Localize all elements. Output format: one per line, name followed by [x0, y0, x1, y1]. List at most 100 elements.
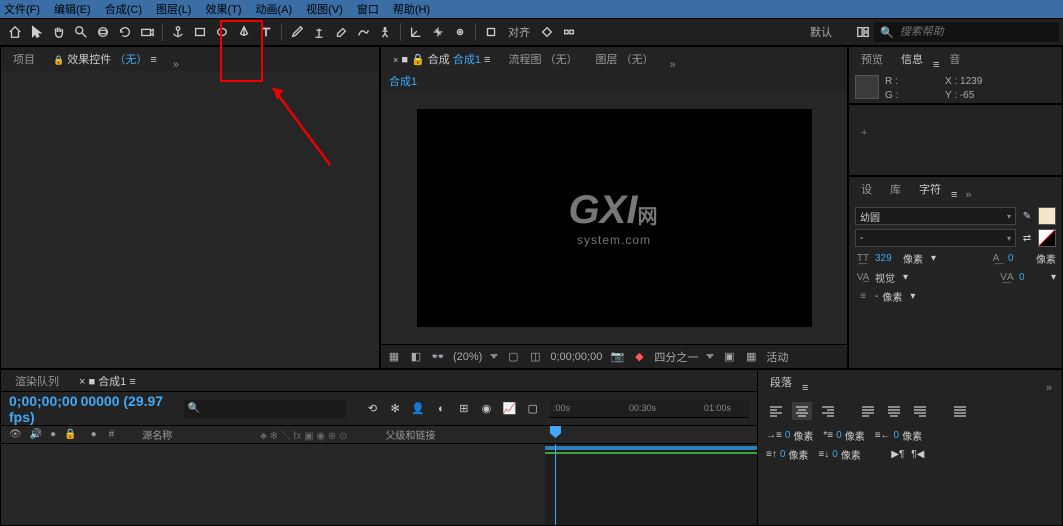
tab-timeline-comp[interactable]: × ■ 合成1 ≡	[71, 369, 144, 393]
pen-tool-icon[interactable]	[233, 21, 255, 43]
align-right-button[interactable]	[818, 402, 838, 420]
panel-overflow-icon[interactable]: »	[664, 59, 682, 71]
kerning-value[interactable]: 视觉	[875, 270, 895, 285]
eyedropper-icon[interactable]: ✎	[1020, 209, 1034, 223]
zoom-tool-icon[interactable]	[70, 21, 92, 43]
justify-center-button[interactable]	[884, 402, 904, 420]
tab-composition[interactable]: × ■ 🔒 合成 合成1 ≡	[385, 47, 498, 71]
panel-overflow-icon[interactable]: »	[1040, 382, 1058, 394]
justify-all-button[interactable]	[950, 402, 970, 420]
current-timecode[interactable]: 0;00;00;00	[9, 393, 78, 409]
tab-preview[interactable]: 预览	[853, 47, 891, 71]
home-icon[interactable]	[4, 21, 26, 43]
tab-layer[interactable]: 图层 （无）	[588, 47, 662, 71]
justify-right-button[interactable]	[910, 402, 930, 420]
eye-column-icon[interactable]: 👁	[9, 429, 22, 440]
roto-tool-icon[interactable]	[352, 21, 374, 43]
tl-icon-4[interactable]: ◐	[435, 402, 448, 416]
workspace-default-label[interactable]: 默认	[810, 24, 832, 40]
snap-edge-icon[interactable]	[558, 21, 580, 43]
timeline-search[interactable]: 🔍	[184, 400, 346, 418]
tab-paragraph[interactable]: 段落	[762, 370, 800, 394]
orbit-tool-icon[interactable]	[92, 21, 114, 43]
help-search-input[interactable]	[900, 26, 1053, 38]
menu-animation[interactable]: 动画(A)	[256, 1, 293, 17]
region-icon[interactable]: ◫	[528, 350, 542, 364]
composition-viewer[interactable]: GXI网 system.com	[381, 91, 847, 344]
anchor-tool-icon[interactable]	[167, 21, 189, 43]
playhead[interactable]	[555, 444, 556, 525]
tl-icon-8[interactable]: ▢	[526, 402, 539, 416]
tab-audio[interactable]: 音	[941, 47, 968, 71]
glasses-icon[interactable]: 👓	[431, 350, 445, 364]
work-area-bar[interactable]	[545, 446, 757, 450]
tab-effect-controls[interactable]: 🔒 效果控件 （无） ≡	[45, 47, 165, 71]
justify-left-button[interactable]	[858, 402, 878, 420]
stroke-color-swatch[interactable]	[1038, 229, 1056, 247]
view-axis-icon[interactable]	[449, 21, 471, 43]
menu-file[interactable]: 文件(F)	[4, 1, 40, 17]
puppet-tool-icon[interactable]	[374, 21, 396, 43]
align-left-button[interactable]	[766, 402, 786, 420]
snapshot-icon[interactable]: 📷	[610, 350, 624, 364]
selection-tool-icon[interactable]	[26, 21, 48, 43]
tab-settings[interactable]: 设	[853, 177, 880, 201]
zoom-value[interactable]: (20%)	[453, 351, 482, 363]
lock-column-icon[interactable]: 🔒	[64, 429, 76, 440]
resolution-dropdown[interactable]: 四分之一	[654, 349, 698, 365]
font-size-value[interactable]: 329	[875, 253, 899, 264]
rotation-tool-icon[interactable]	[114, 21, 136, 43]
tl-icon-1[interactable]: ⟲	[366, 402, 379, 416]
hand-tool-icon[interactable]	[48, 21, 70, 43]
help-search-box[interactable]: 🔍	[874, 22, 1059, 42]
swap-icon[interactable]: ⇄	[1020, 231, 1034, 245]
tl-icon-2[interactable]: ✻	[389, 402, 402, 416]
align-center-button[interactable]	[792, 402, 812, 420]
menu-help[interactable]: 帮助(H)	[393, 1, 430, 17]
menu-window[interactable]: 窗口	[357, 1, 379, 17]
ellipse-tool-icon[interactable]	[211, 21, 233, 43]
timeline-layer-list[interactable]	[1, 444, 545, 525]
menu-layer[interactable]: 图层(L)	[156, 1, 191, 17]
camera-view-label[interactable]: 活动	[766, 349, 788, 365]
indent-first[interactable]: *≡0像素	[823, 428, 864, 443]
current-time[interactable]: 0;00;00;00	[550, 351, 602, 363]
menu-composition[interactable]: 合成(C)	[105, 1, 142, 17]
camera-tool-icon[interactable]	[136, 21, 158, 43]
menu-view[interactable]: 视图(V)	[306, 1, 343, 17]
motion-blur-icon[interactable]: ◉	[480, 402, 493, 416]
color-icon[interactable]: ◆	[632, 350, 646, 364]
indent-left[interactable]: →≡0像素	[766, 428, 813, 443]
tab-library[interactable]: 库	[882, 177, 909, 201]
grid-icon[interactable]: ▦	[744, 350, 758, 364]
alpha-icon[interactable]: ▦	[387, 350, 401, 364]
parent-link-header[interactable]: 父级和链接	[385, 427, 435, 442]
snap-vertex-icon[interactable]	[536, 21, 558, 43]
source-name-header[interactable]: 源名称	[142, 427, 172, 442]
timeline-track-area[interactable]	[545, 444, 757, 525]
stroke-value[interactable]: -	[875, 291, 878, 302]
leading-value[interactable]: 0	[1008, 253, 1032, 264]
type-tool-icon[interactable]	[255, 21, 277, 43]
clone-tool-icon[interactable]	[308, 21, 330, 43]
graph-icon[interactable]: 📈	[503, 402, 517, 416]
font-family-dropdown[interactable]: 幼圆▾	[855, 207, 1016, 225]
solo-column-icon[interactable]: ●	[50, 429, 56, 440]
tab-flowchart[interactable]: 流程图 （无）	[500, 47, 585, 71]
tab-project[interactable]: 项目	[5, 47, 43, 71]
timeline-search-input[interactable]	[200, 403, 342, 415]
view-icon[interactable]: ▣	[722, 350, 736, 364]
shy-icon[interactable]: 👤	[411, 402, 425, 416]
panel-overflow-icon[interactable]: »	[959, 189, 977, 201]
text-direction-rtl-icon[interactable]: ¶◀	[911, 447, 925, 461]
tab-info[interactable]: 信息	[893, 47, 931, 71]
brush-tool-icon[interactable]	[286, 21, 308, 43]
resolution-icon[interactable]: ▢	[506, 350, 520, 364]
mask-icon[interactable]: ◧	[409, 350, 423, 364]
tab-render-queue[interactable]: 渲染队列	[7, 369, 67, 393]
space-after[interactable]: ≡↓0像素	[818, 447, 860, 462]
audio-column-icon[interactable]: 🔊	[30, 429, 42, 440]
tl-icon-5[interactable]: ⊞	[458, 402, 471, 416]
menu-effect[interactable]: 效果(T)	[205, 1, 241, 17]
eraser-tool-icon[interactable]	[330, 21, 352, 43]
